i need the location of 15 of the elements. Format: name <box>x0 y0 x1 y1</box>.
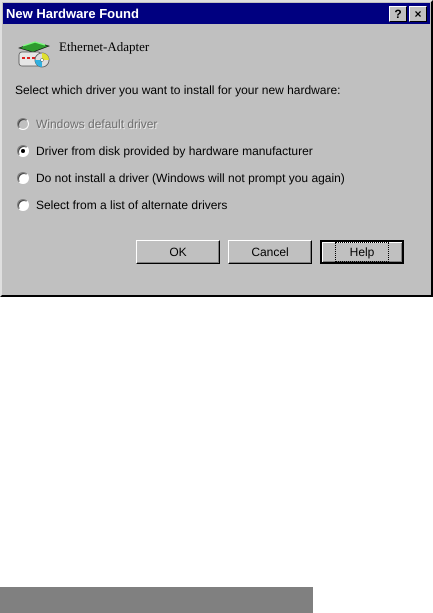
dialog-button[interactable]: OK <box>136 240 220 264</box>
option-label: Select from a list of alternate drivers <box>36 196 228 214</box>
radio-button[interactable] <box>17 198 29 210</box>
option-label: Windows default driver <box>36 116 158 132</box>
title-button[interactable]: × <box>409 6 427 22</box>
radio-button[interactable] <box>17 144 29 156</box>
window-title: New Hardware Found <box>6 4 139 23</box>
option-label: Driver from disk provided by hardware manufacturer <box>36 142 313 160</box>
dialog-button[interactable]: Cancel <box>228 240 312 264</box>
title-button[interactable]: ? <box>389 6 407 22</box>
device-name: Ethernet-Adapter <box>59 38 150 56</box>
instruction-text: Select which driver you want to install for your new hardware: <box>14 82 342 99</box>
radio-button[interactable] <box>17 172 29 184</box>
option-label: Do not install a driver (Windows will not prompt you again) <box>36 170 345 186</box>
dialog-button[interactable]: Help <box>320 240 404 264</box>
